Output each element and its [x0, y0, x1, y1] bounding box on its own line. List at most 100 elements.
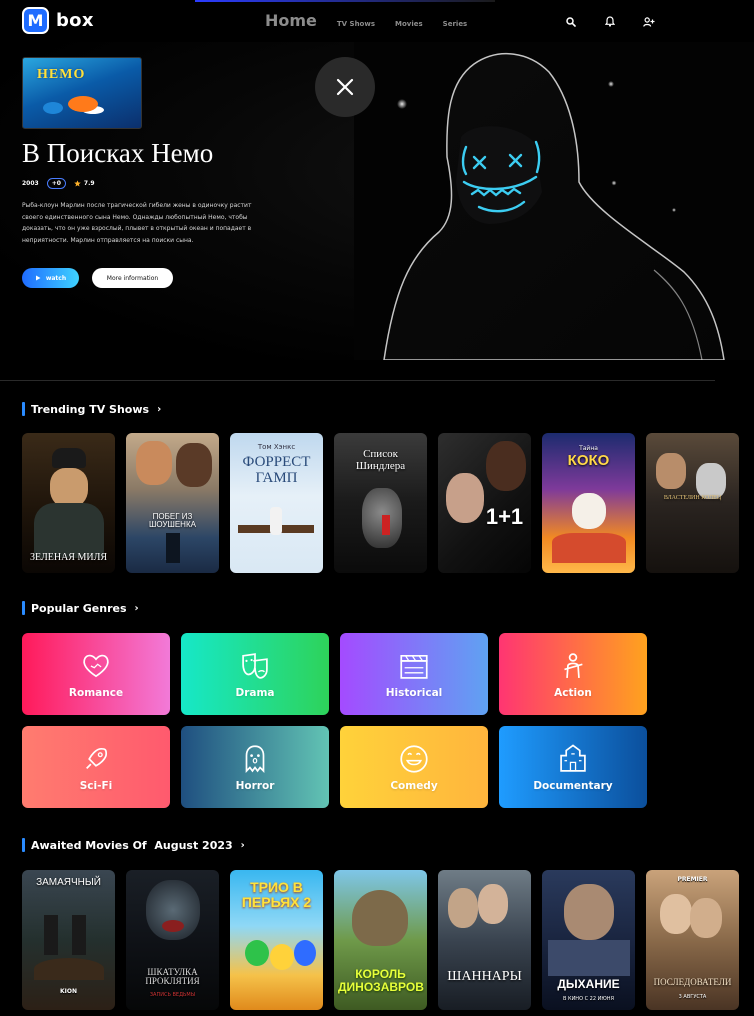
awaited-row: ЗАМАЯЧНЫЙ KION ШКАТУЛКА ПРОКЛЯТИЯ ЗАПИСЬ…	[22, 870, 739, 1010]
poster-coco[interactable]: Тайна КОКО	[542, 433, 635, 573]
genre-horror[interactable]: Horror	[181, 726, 329, 808]
poster-zamayachny[interactable]: ЗАМАЯЧНЫЙ KION	[22, 870, 115, 1010]
poster-dykhanie[interactable]: ДЫХАНИЕ В КИНО С 22 ИЮНЯ	[542, 870, 635, 1010]
nav-home[interactable]: Home	[265, 11, 317, 30]
genre-documentary[interactable]: Documentary	[499, 726, 647, 808]
poster-art-bird	[294, 940, 316, 966]
poster-title: ПОСЛЕДОВАТЕЛИ	[653, 977, 732, 987]
close-button[interactable]	[315, 57, 375, 117]
hero-meta: 2003 +0 7.9	[22, 178, 95, 189]
poster-shannary[interactable]: ШАННАРЫ	[438, 870, 531, 1010]
poster-top-text: Том Хэнкс	[257, 443, 296, 451]
hero-poster-thumbnail[interactable]: НЕМО	[22, 57, 142, 129]
genre-historical[interactable]: Historical	[340, 633, 488, 715]
poster-title: ШКАТУЛКА ПРОКЛЯТИЯ	[145, 967, 200, 987]
genre-label: Comedy	[390, 780, 438, 792]
smile-icon	[400, 745, 428, 773]
genre-drama[interactable]: Drama	[181, 633, 329, 715]
poster-title: ДЫХАНИЕ	[557, 977, 620, 991]
logo[interactable]: M box	[22, 7, 94, 34]
awaited-section-title[interactable]: Awaited Movies Of August 2023 ›	[22, 838, 245, 852]
poster-title: КОКО	[567, 452, 610, 469]
top-navigation: M box Home TV Shows Movies Series	[0, 0, 754, 42]
poster-green-mile[interactable]: ЗЕЛЕНАЯ МИЛЯ	[22, 433, 115, 573]
chevron-right-icon: ›	[134, 602, 139, 614]
hero-poster-title: НЕМО	[37, 67, 86, 82]
poster-shawshank[interactable]: ПОБЕГ ИЗ ШОУШЕНКА	[126, 433, 219, 573]
genre-scifi[interactable]: Sci-Fi	[22, 726, 170, 808]
nav-movies[interactable]: Movies	[395, 20, 423, 28]
star-icon	[74, 180, 81, 187]
poster-art-face	[486, 441, 526, 491]
genre-comedy[interactable]: Comedy	[340, 726, 488, 808]
hero-background-image	[354, 42, 754, 360]
nav-actions	[563, 14, 656, 29]
poster-title: ФОРРЕСТ ГАМП	[242, 454, 311, 486]
genre-label: Action	[554, 687, 592, 699]
genres-grid: Romance Drama Historical Action Sci-Fi H…	[22, 633, 647, 808]
genre-romance[interactable]: Romance	[22, 633, 170, 715]
poster-posledovateli[interactable]: PREMIER ПОСЛЕДОВАТЕЛИ 3 АВГУСТА	[646, 870, 739, 1010]
ghost-icon	[245, 745, 265, 773]
genres-section-title[interactable]: Popular Genres ›	[22, 601, 139, 615]
genre-label: Drama	[235, 687, 275, 699]
poster-art-skull	[572, 493, 606, 529]
poster-bottom-text: KION	[59, 988, 77, 995]
poster-art-body	[34, 503, 104, 558]
add-user-icon[interactable]	[641, 14, 656, 29]
chevron-right-icon: ›	[157, 403, 162, 415]
more-info-button[interactable]: More information	[92, 268, 173, 288]
poster-korol-dinozavrov[interactable]: КОРОЛЬ ДИНОЗАВРОВ	[334, 870, 427, 1010]
genre-label: Historical	[385, 687, 443, 699]
watch-button-label: watch	[45, 274, 67, 282]
poster-art-cap	[52, 448, 86, 468]
bell-icon[interactable]	[602, 14, 617, 29]
nav-tv-shows[interactable]: TV Shows	[337, 20, 375, 28]
awaited-title-text: Awaited Movies Of August 2023	[31, 838, 233, 852]
clownfish-shape	[68, 96, 98, 112]
trending-title-text: Trending TV Shows	[31, 402, 150, 416]
genres-title-text: Popular Genres	[31, 601, 127, 615]
poster-schindlers-list[interactable]: Список Шиндлера	[334, 433, 427, 573]
poster-lord-of-the-rings[interactable]: ВЛАСТЕЛИН КОЛЕЦ	[646, 433, 739, 573]
soldier-icon	[564, 653, 583, 678]
poster-title: ШАННАРЫ	[447, 969, 522, 984]
logo-icon: M	[22, 7, 49, 34]
section-accent-bar	[22, 402, 25, 416]
poster-art-face	[696, 463, 726, 499]
section-divider	[0, 380, 715, 381]
poster-art-face	[656, 453, 686, 489]
poster-top-text: PREMIER	[677, 876, 708, 883]
hero-year: 2003	[22, 180, 39, 187]
poster-title: ЗЕЛЕНАЯ МИЛЯ	[29, 552, 108, 563]
poster-title: ПОБЕГ ИЗ ШОУШЕНКА	[149, 512, 196, 530]
poster-art-figure	[72, 915, 86, 955]
section-accent-bar	[22, 601, 25, 615]
bluefish-shape	[43, 102, 63, 114]
watch-button[interactable]: watch	[22, 268, 79, 288]
poster-intouchables[interactable]: 1+1	[438, 433, 531, 573]
poster-shkatulka[interactable]: ШКАТУЛКА ПРОКЛЯТИЯ ЗАПИСЬ ВЕДЬМЫ	[126, 870, 219, 1010]
poster-art-face	[564, 884, 614, 940]
poster-title: Список Шиндлера	[355, 448, 406, 472]
poster-title: КОРОЛЬ ДИНОЗАВРОВ	[338, 967, 424, 994]
poster-art-face	[448, 888, 478, 928]
poster-art-face	[176, 443, 212, 487]
rocket-icon	[86, 747, 108, 769]
poster-trio-v-peryakh[interactable]: ТРИО В ПЕРЬЯХ 2	[230, 870, 323, 1010]
poster-forrest-gump[interactable]: Том Хэнкс ФОРРЕСТ ГАМП	[230, 433, 323, 573]
more-info-label: More information	[106, 274, 159, 282]
hero-rating: 7.9	[74, 180, 95, 187]
main-nav: Home TV Shows Movies Series	[265, 11, 467, 30]
genre-action[interactable]: Action	[499, 633, 647, 715]
trending-section-title[interactable]: Trending TV Shows ›	[22, 402, 161, 416]
hero-banner: НЕМО В Поисках Немо 2003 +0 7.9 Рыба-кло…	[0, 42, 754, 360]
nav-series[interactable]: Series	[443, 20, 468, 28]
genre-label: Horror	[235, 780, 275, 792]
poster-title: ТРИО В ПЕРЬЯХ 2	[241, 879, 312, 910]
search-icon[interactable]	[563, 14, 578, 29]
poster-art-face	[660, 894, 692, 934]
poster-art-red-coat	[382, 515, 390, 535]
poster-art-dinosaur	[352, 890, 408, 946]
poster-art-face	[690, 898, 722, 938]
